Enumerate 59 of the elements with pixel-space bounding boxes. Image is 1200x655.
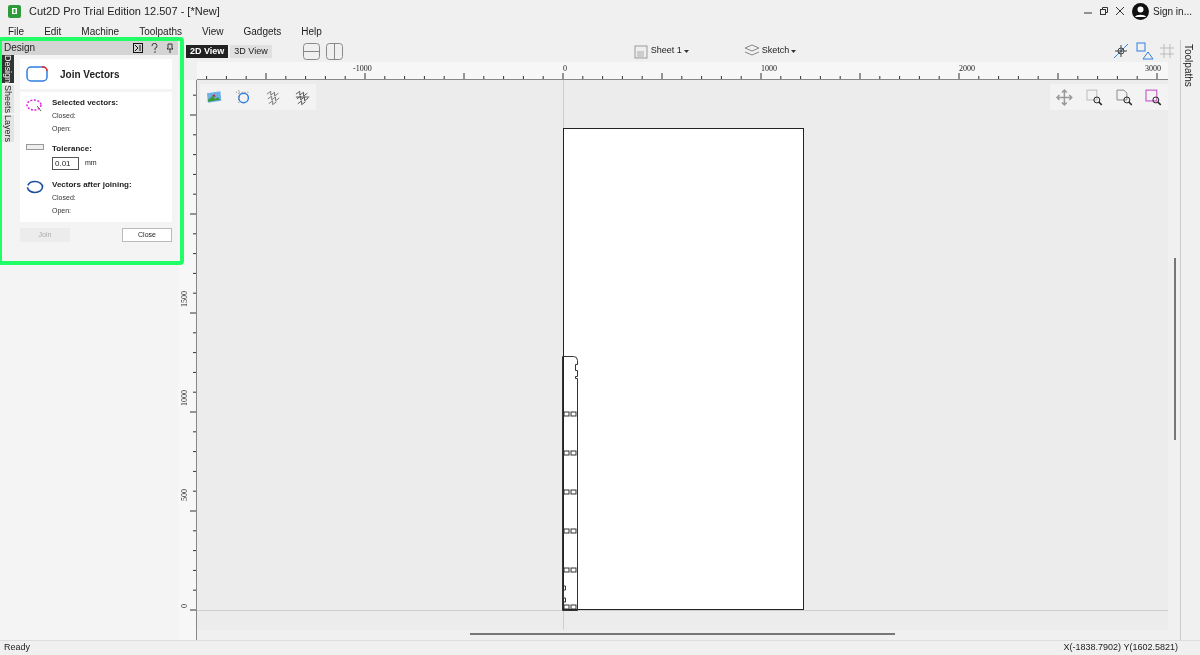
menu-item[interactable]: Machine [81, 23, 120, 39]
ruler-label: 2000 [959, 63, 975, 75]
ruler-label: 3000 [1145, 63, 1161, 75]
ruler-label: 500 [179, 489, 190, 501]
ruler-label: -1000 [353, 63, 372, 75]
snap-icon[interactable] [1112, 42, 1130, 60]
restore-icon[interactable] [1100, 7, 1109, 15]
picture-icon[interactable] [206, 90, 223, 104]
user-avatar-icon[interactable] [1132, 2, 1150, 20]
zoom-box-icon[interactable] [1085, 88, 1103, 106]
vertical-split-icon[interactable] [325, 42, 343, 60]
layer-dropdown[interactable]: Sketch [761, 44, 790, 58]
ruler-icon [26, 144, 44, 150]
crosshatch-icon[interactable] [293, 88, 310, 106]
sheet-icon [632, 43, 649, 59]
ruler-label: 1500 [179, 291, 190, 307]
panel-title: Design [4, 41, 37, 55]
toolpaths-tab[interactable]: Toolpaths [1181, 40, 1196, 90]
closed-loop-icon [26, 180, 44, 194]
zoom-selection-icon[interactable] [1145, 88, 1162, 106]
status-message: Ready [4, 641, 31, 655]
cursor-coordinates: X(-1838.7902) Y(1602.5821) [1063, 641, 1178, 655]
view-tab[interactable]: 2D View [186, 44, 229, 58]
collapse-icon[interactable] [133, 42, 143, 53]
vector-shape-icon [26, 66, 48, 82]
ruler-label: 1000 [761, 63, 777, 75]
vertical-scrollbar[interactable] [1174, 258, 1176, 440]
menu-item[interactable]: Edit [44, 23, 62, 39]
tool-title: Join Vectors [60, 67, 120, 82]
menu-item[interactable]: Toolpaths [139, 23, 182, 39]
app-logo-icon [8, 4, 21, 18]
menu-item[interactable]: Gadgets [243, 23, 282, 39]
node-edit-icon[interactable] [235, 88, 252, 106]
sign-in-link[interactable]: Sign in... [1153, 3, 1192, 19]
tolerance-field[interactable]: 0.01 [52, 157, 79, 170]
caret-icon [791, 49, 797, 53]
sheet-dropdown[interactable]: Sheet 1 [650, 44, 682, 58]
horizontal-scrollbar[interactable] [470, 633, 895, 635]
caret-icon [683, 49, 689, 53]
pan-icon[interactable] [1056, 88, 1073, 106]
ruler-label: 0 [563, 63, 567, 75]
section-heading: Vectors after joining: [52, 179, 132, 191]
view-tab[interactable]: 3D View [230, 44, 272, 58]
dotted-loop-icon [26, 98, 44, 112]
menu-item[interactable]: File [8, 23, 25, 39]
section-heading: Tolerance: [52, 143, 93, 155]
ruler-label: 0 [179, 604, 190, 608]
pin-icon[interactable] [166, 42, 174, 53]
shapes-icon[interactable] [1136, 42, 1154, 60]
horizontal-split-icon[interactable] [302, 42, 320, 60]
menu-item[interactable]: Help [301, 23, 322, 39]
close-icon[interactable] [1116, 7, 1125, 15]
window-title: Cut2D Pro Trial Edition 12.507 - [*New] [29, 3, 220, 19]
zoom-page-icon[interactable] [1115, 88, 1133, 106]
section-heading: Selected vectors: [52, 97, 119, 109]
menu-item[interactable]: View [202, 23, 224, 39]
ruler-label: 1000 [179, 390, 190, 406]
zigzag-icon[interactable] [264, 88, 281, 106]
help-icon[interactable] [151, 42, 158, 53]
